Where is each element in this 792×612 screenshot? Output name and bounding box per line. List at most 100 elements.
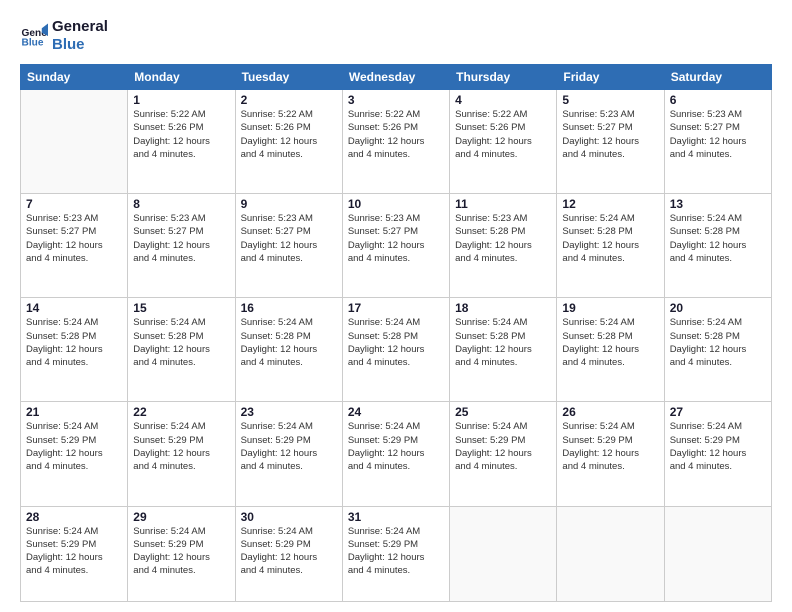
day-info: Sunrise: 5:23 AM Sunset: 5:27 PM Dayligh… bbox=[348, 212, 444, 265]
day-number: 29 bbox=[133, 510, 229, 524]
calendar-cell: 30Sunrise: 5:24 AM Sunset: 5:29 PM Dayli… bbox=[235, 506, 342, 602]
day-info: Sunrise: 5:24 AM Sunset: 5:29 PM Dayligh… bbox=[562, 420, 658, 473]
day-info: Sunrise: 5:24 AM Sunset: 5:28 PM Dayligh… bbox=[133, 316, 229, 369]
day-number: 31 bbox=[348, 510, 444, 524]
logo-text-general: General bbox=[52, 18, 108, 36]
weekday-header-wednesday: Wednesday bbox=[342, 65, 449, 90]
day-number: 7 bbox=[26, 197, 122, 211]
day-number: 17 bbox=[348, 301, 444, 315]
calendar-cell: 8Sunrise: 5:23 AM Sunset: 5:27 PM Daylig… bbox=[128, 194, 235, 298]
day-info: Sunrise: 5:23 AM Sunset: 5:27 PM Dayligh… bbox=[670, 108, 766, 161]
day-info: Sunrise: 5:24 AM Sunset: 5:29 PM Dayligh… bbox=[241, 525, 337, 578]
day-number: 13 bbox=[670, 197, 766, 211]
day-number: 14 bbox=[26, 301, 122, 315]
day-number: 9 bbox=[241, 197, 337, 211]
calendar-table: SundayMondayTuesdayWednesdayThursdayFrid… bbox=[20, 64, 772, 602]
week-row-2: 7Sunrise: 5:23 AM Sunset: 5:27 PM Daylig… bbox=[21, 194, 772, 298]
calendar-cell: 14Sunrise: 5:24 AM Sunset: 5:28 PM Dayli… bbox=[21, 298, 128, 402]
calendar-cell: 29Sunrise: 5:24 AM Sunset: 5:29 PM Dayli… bbox=[128, 506, 235, 602]
calendar-cell: 21Sunrise: 5:24 AM Sunset: 5:29 PM Dayli… bbox=[21, 402, 128, 506]
calendar-cell bbox=[21, 90, 128, 194]
day-number: 27 bbox=[670, 405, 766, 419]
weekday-header-thursday: Thursday bbox=[450, 65, 557, 90]
calendar-cell: 24Sunrise: 5:24 AM Sunset: 5:29 PM Dayli… bbox=[342, 402, 449, 506]
calendar-cell: 12Sunrise: 5:24 AM Sunset: 5:28 PM Dayli… bbox=[557, 194, 664, 298]
calendar-cell: 11Sunrise: 5:23 AM Sunset: 5:28 PM Dayli… bbox=[450, 194, 557, 298]
day-info: Sunrise: 5:22 AM Sunset: 5:26 PM Dayligh… bbox=[133, 108, 229, 161]
weekday-header-monday: Monday bbox=[128, 65, 235, 90]
svg-text:Blue: Blue bbox=[22, 37, 44, 48]
calendar-cell: 27Sunrise: 5:24 AM Sunset: 5:29 PM Dayli… bbox=[664, 402, 771, 506]
calendar-cell: 16Sunrise: 5:24 AM Sunset: 5:28 PM Dayli… bbox=[235, 298, 342, 402]
day-number: 19 bbox=[562, 301, 658, 315]
calendar-cell: 9Sunrise: 5:23 AM Sunset: 5:27 PM Daylig… bbox=[235, 194, 342, 298]
calendar-cell: 13Sunrise: 5:24 AM Sunset: 5:28 PM Dayli… bbox=[664, 194, 771, 298]
day-number: 5 bbox=[562, 93, 658, 107]
calendar-cell: 6Sunrise: 5:23 AM Sunset: 5:27 PM Daylig… bbox=[664, 90, 771, 194]
calendar-page: General Blue General Blue SundayMondayTu… bbox=[0, 0, 792, 612]
calendar-cell: 17Sunrise: 5:24 AM Sunset: 5:28 PM Dayli… bbox=[342, 298, 449, 402]
day-info: Sunrise: 5:24 AM Sunset: 5:29 PM Dayligh… bbox=[26, 420, 122, 473]
day-number: 3 bbox=[348, 93, 444, 107]
day-info: Sunrise: 5:24 AM Sunset: 5:29 PM Dayligh… bbox=[241, 420, 337, 473]
day-info: Sunrise: 5:24 AM Sunset: 5:29 PM Dayligh… bbox=[26, 525, 122, 578]
weekday-header-row: SundayMondayTuesdayWednesdayThursdayFrid… bbox=[21, 65, 772, 90]
logo-icon: General Blue bbox=[20, 22, 48, 50]
calendar-cell: 25Sunrise: 5:24 AM Sunset: 5:29 PM Dayli… bbox=[450, 402, 557, 506]
week-row-1: 1Sunrise: 5:22 AM Sunset: 5:26 PM Daylig… bbox=[21, 90, 772, 194]
calendar-cell: 28Sunrise: 5:24 AM Sunset: 5:29 PM Dayli… bbox=[21, 506, 128, 602]
day-info: Sunrise: 5:24 AM Sunset: 5:29 PM Dayligh… bbox=[348, 525, 444, 578]
header: General Blue General Blue bbox=[20, 18, 772, 54]
logo: General Blue General Blue bbox=[20, 18, 108, 54]
calendar-cell: 23Sunrise: 5:24 AM Sunset: 5:29 PM Dayli… bbox=[235, 402, 342, 506]
week-row-5: 28Sunrise: 5:24 AM Sunset: 5:29 PM Dayli… bbox=[21, 506, 772, 602]
day-number: 25 bbox=[455, 405, 551, 419]
calendar-cell: 4Sunrise: 5:22 AM Sunset: 5:26 PM Daylig… bbox=[450, 90, 557, 194]
day-number: 30 bbox=[241, 510, 337, 524]
calendar-cell: 19Sunrise: 5:24 AM Sunset: 5:28 PM Dayli… bbox=[557, 298, 664, 402]
day-info: Sunrise: 5:23 AM Sunset: 5:27 PM Dayligh… bbox=[133, 212, 229, 265]
day-info: Sunrise: 5:22 AM Sunset: 5:26 PM Dayligh… bbox=[348, 108, 444, 161]
day-number: 18 bbox=[455, 301, 551, 315]
weekday-header-friday: Friday bbox=[557, 65, 664, 90]
calendar-cell: 1Sunrise: 5:22 AM Sunset: 5:26 PM Daylig… bbox=[128, 90, 235, 194]
calendar-cell: 31Sunrise: 5:24 AM Sunset: 5:29 PM Dayli… bbox=[342, 506, 449, 602]
day-number: 8 bbox=[133, 197, 229, 211]
day-number: 15 bbox=[133, 301, 229, 315]
calendar-cell: 20Sunrise: 5:24 AM Sunset: 5:28 PM Dayli… bbox=[664, 298, 771, 402]
day-number: 28 bbox=[26, 510, 122, 524]
day-number: 24 bbox=[348, 405, 444, 419]
weekday-header-sunday: Sunday bbox=[21, 65, 128, 90]
day-number: 16 bbox=[241, 301, 337, 315]
calendar-cell: 15Sunrise: 5:24 AM Sunset: 5:28 PM Dayli… bbox=[128, 298, 235, 402]
week-row-3: 14Sunrise: 5:24 AM Sunset: 5:28 PM Dayli… bbox=[21, 298, 772, 402]
calendar-cell bbox=[664, 506, 771, 602]
day-number: 1 bbox=[133, 93, 229, 107]
day-info: Sunrise: 5:23 AM Sunset: 5:27 PM Dayligh… bbox=[26, 212, 122, 265]
day-number: 20 bbox=[670, 301, 766, 315]
day-info: Sunrise: 5:24 AM Sunset: 5:29 PM Dayligh… bbox=[670, 420, 766, 473]
calendar-cell: 18Sunrise: 5:24 AM Sunset: 5:28 PM Dayli… bbox=[450, 298, 557, 402]
day-number: 22 bbox=[133, 405, 229, 419]
day-info: Sunrise: 5:24 AM Sunset: 5:28 PM Dayligh… bbox=[455, 316, 551, 369]
day-info: Sunrise: 5:23 AM Sunset: 5:27 PM Dayligh… bbox=[241, 212, 337, 265]
calendar-cell: 2Sunrise: 5:22 AM Sunset: 5:26 PM Daylig… bbox=[235, 90, 342, 194]
day-info: Sunrise: 5:24 AM Sunset: 5:28 PM Dayligh… bbox=[562, 212, 658, 265]
day-info: Sunrise: 5:24 AM Sunset: 5:28 PM Dayligh… bbox=[26, 316, 122, 369]
day-info: Sunrise: 5:24 AM Sunset: 5:29 PM Dayligh… bbox=[133, 525, 229, 578]
logo-text-blue: Blue bbox=[52, 36, 108, 54]
day-info: Sunrise: 5:23 AM Sunset: 5:27 PM Dayligh… bbox=[562, 108, 658, 161]
calendar-cell: 10Sunrise: 5:23 AM Sunset: 5:27 PM Dayli… bbox=[342, 194, 449, 298]
day-number: 2 bbox=[241, 93, 337, 107]
calendar-cell: 22Sunrise: 5:24 AM Sunset: 5:29 PM Dayli… bbox=[128, 402, 235, 506]
day-number: 6 bbox=[670, 93, 766, 107]
day-info: Sunrise: 5:24 AM Sunset: 5:28 PM Dayligh… bbox=[670, 316, 766, 369]
calendar-cell: 26Sunrise: 5:24 AM Sunset: 5:29 PM Dayli… bbox=[557, 402, 664, 506]
calendar-cell: 5Sunrise: 5:23 AM Sunset: 5:27 PM Daylig… bbox=[557, 90, 664, 194]
day-info: Sunrise: 5:24 AM Sunset: 5:28 PM Dayligh… bbox=[241, 316, 337, 369]
calendar-cell: 7Sunrise: 5:23 AM Sunset: 5:27 PM Daylig… bbox=[21, 194, 128, 298]
day-info: Sunrise: 5:22 AM Sunset: 5:26 PM Dayligh… bbox=[455, 108, 551, 161]
day-number: 26 bbox=[562, 405, 658, 419]
day-info: Sunrise: 5:24 AM Sunset: 5:29 PM Dayligh… bbox=[348, 420, 444, 473]
day-number: 11 bbox=[455, 197, 551, 211]
